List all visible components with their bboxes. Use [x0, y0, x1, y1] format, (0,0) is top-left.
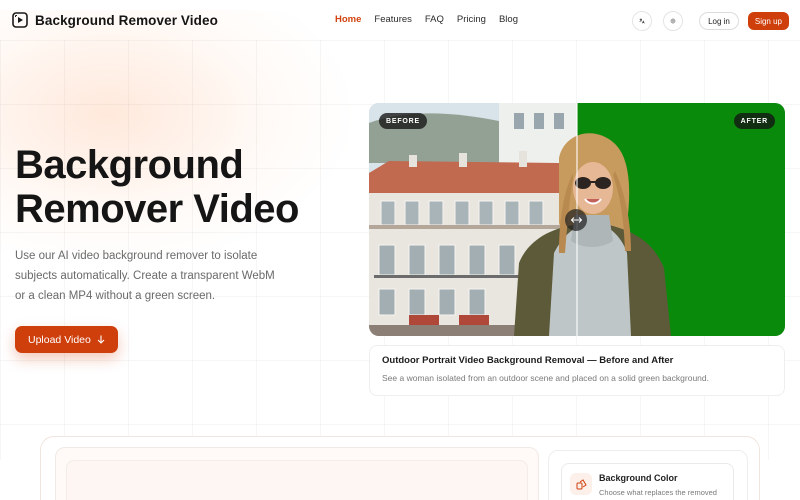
- background-color-subtitle: Choose what replaces the removed: [599, 488, 717, 497]
- brand-logo-icon: [12, 12, 28, 28]
- comparison-caption: Outdoor Portrait Video Background Remova…: [369, 345, 785, 396]
- nav-faq[interactable]: FAQ: [425, 14, 444, 25]
- header-actions: Log in Sign up: [632, 11, 789, 31]
- background-glow: [0, 10, 360, 270]
- main-nav: Home Features FAQ Pricing Blog: [335, 14, 518, 25]
- hero-title-line-2: Remover Video: [15, 187, 300, 231]
- preview-area: [55, 447, 539, 500]
- nav-pricing[interactable]: Pricing: [457, 14, 486, 25]
- comparison-slider-handle[interactable]: [565, 209, 587, 231]
- language-button[interactable]: [632, 11, 653, 31]
- background-color-card[interactable]: Background Color Choose what replaces th…: [561, 463, 734, 500]
- caption-text: See a woman isolated from an outdoor sce…: [382, 373, 709, 383]
- site-header: Background Remover Video Home Features F…: [0, 0, 800, 42]
- page: Background Remover Video Home Features F…: [0, 0, 800, 500]
- arrows-horizontal-icon: [570, 217, 582, 223]
- nav-blog[interactable]: Blog: [499, 14, 518, 25]
- sun-icon: [670, 18, 676, 24]
- caption-title: Outdoor Portrait Video Background Remova…: [382, 355, 674, 366]
- tool-panel: Background Color Choose what replaces th…: [40, 436, 760, 500]
- upload-video-label: Upload Video: [28, 333, 91, 346]
- settings-panel: Background Color Choose what replaces th…: [548, 450, 748, 500]
- arrow-down-icon: [97, 335, 105, 344]
- signup-button[interactable]: Sign up: [747, 12, 789, 30]
- upload-video-button[interactable]: Upload Video: [15, 326, 118, 353]
- after-label: AFTER: [733, 113, 775, 129]
- preview-drop-zone[interactable]: [66, 460, 528, 500]
- hero-title-line-1: Background: [15, 143, 244, 187]
- translate-icon: [639, 18, 645, 24]
- nav-home[interactable]: Home: [335, 14, 361, 25]
- theme-toggle-button[interactable]: [663, 11, 684, 31]
- before-label: BEFORE: [379, 113, 427, 129]
- palette-icon: [570, 473, 592, 495]
- login-button[interactable]: Log in: [699, 12, 739, 30]
- brand-name: Background Remover Video: [35, 12, 218, 28]
- brand-link[interactable]: Background Remover Video: [12, 12, 218, 28]
- hero-description: Use our AI video background remover to i…: [15, 250, 275, 302]
- before-after-comparison[interactable]: BEFORE AFTER: [369, 103, 785, 336]
- nav-features[interactable]: Features: [374, 14, 412, 25]
- hero-title: Background Remover Video: [15, 143, 355, 231]
- background-color-title: Background Color: [599, 473, 678, 483]
